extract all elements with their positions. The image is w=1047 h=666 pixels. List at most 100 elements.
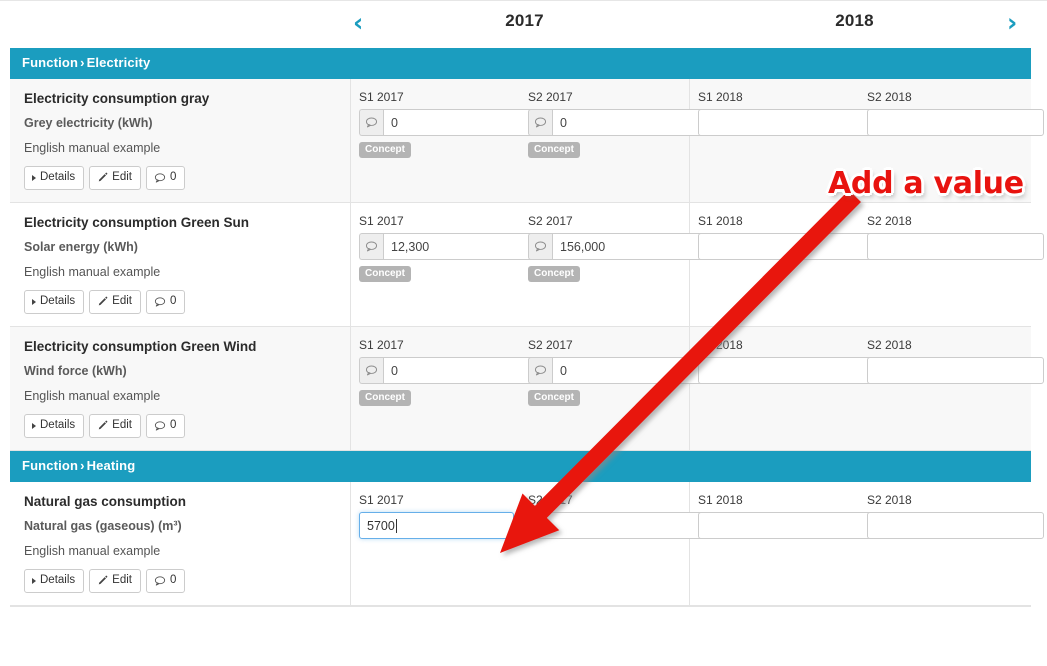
comments-button[interactable]: 0: [145, 569, 186, 593]
period-label: S2 2018: [867, 338, 912, 352]
caret-right-icon: [32, 577, 36, 584]
comment-bubble-icon: [154, 575, 166, 587]
year-navigation-bar: ‹ 2017 2018 ›: [0, 0, 1047, 44]
details-button-label: Details: [40, 574, 76, 586]
value-input[interactable]: [867, 357, 1044, 384]
value-input[interactable]: [698, 512, 875, 539]
comment-bubble-icon[interactable]: [359, 233, 383, 260]
value-input[interactable]: [867, 233, 1044, 260]
status-badge: Concept: [359, 266, 411, 282]
period-cell: S1 2017 Concept: [351, 214, 560, 314]
badge-placeholder: [698, 539, 853, 559]
comment-bubble-icon[interactable]: [528, 357, 552, 384]
chevron-left-icon[interactable]: ‹: [353, 9, 363, 37]
value-input[interactable]: [528, 512, 705, 539]
value-input[interactable]: [698, 357, 875, 384]
edit-button[interactable]: Edit: [89, 290, 141, 314]
period-label: S2 2017: [528, 338, 573, 352]
comments-count-label: 0: [169, 295, 177, 307]
period-label: S1 2017: [359, 493, 404, 507]
period-label: S2 2018: [867, 214, 912, 228]
comment-bubble-icon: [154, 296, 166, 308]
value-input[interactable]: [698, 233, 875, 260]
edit-button-label: Edit: [112, 574, 132, 586]
row-subtitle: Solar energy (kWh): [24, 240, 138, 254]
period-label: S2 2017: [528, 214, 573, 228]
details-button[interactable]: Details: [24, 569, 85, 593]
comments-button[interactable]: 0: [145, 414, 186, 438]
period-label: S2 2017: [528, 90, 573, 104]
comment-bubble-icon[interactable]: [528, 233, 552, 260]
period-label: S1 2017: [359, 90, 404, 104]
edit-button-label: Edit: [112, 295, 132, 307]
value-input-group: [359, 109, 560, 136]
details-button[interactable]: Details: [24, 414, 85, 438]
row-label-cell: Electricity consumption Green Sun Solar e…: [10, 203, 351, 326]
badge-placeholder: [867, 136, 1022, 156]
details-button[interactable]: Details: [24, 166, 85, 190]
period-label: S2 2018: [867, 493, 912, 507]
badge-placeholder: [867, 384, 1022, 404]
badge-placeholder: [528, 539, 683, 559]
row-title: Electricity consumption Green Sun: [24, 215, 250, 230]
period-label: S1 2017: [359, 214, 404, 228]
comments-count-label: 0: [169, 171, 177, 183]
row-subtitle: Wind force (kWh): [24, 364, 127, 378]
period-cell: S2 2018: [859, 338, 1044, 438]
pencil-icon: [97, 420, 108, 431]
comments-button[interactable]: 0: [145, 290, 186, 314]
comments-count-label: 0: [169, 419, 177, 431]
period-cell: S1 2018: [690, 494, 875, 593]
period-cell: S2 2017 Concept: [520, 338, 729, 438]
value-input[interactable]: [867, 512, 1044, 539]
year-period-group: S1 2017 Concept S2 2017 Concept: [351, 327, 729, 450]
period-label: S1 2018: [698, 214, 743, 228]
status-badge: Concept: [359, 142, 411, 158]
breadcrumb-separator: ›: [80, 55, 85, 70]
row-action-buttons: Details Edit 0: [24, 166, 340, 190]
period-cell: S1 2017 Concept: [351, 90, 560, 190]
value-input-group: [528, 233, 729, 260]
value-input-group: [528, 109, 729, 136]
section-header-electricity: Function › Electricity: [10, 48, 1031, 79]
table-row: Electricity consumption gray Grey electri…: [10, 79, 1044, 203]
value-input-focused[interactable]: 5700: [359, 512, 514, 539]
measurements-grid: Function › Electricity Electricity consumpt…: [10, 48, 1044, 607]
period-cell: S2 2017 Concept: [520, 214, 729, 314]
period-cell: S2 2018: [859, 493, 1044, 593]
edit-button[interactable]: Edit: [89, 414, 141, 438]
status-badge: Concept: [528, 142, 580, 158]
badge-placeholder: [867, 260, 1022, 280]
edit-button[interactable]: Edit: [89, 166, 141, 190]
year-label-2018: 2018: [835, 11, 874, 30]
value-input-text: 5700: [367, 518, 395, 533]
breadcrumb-root: Function: [22, 55, 79, 70]
value-input[interactable]: [867, 109, 1044, 136]
table-row: Electricity consumption Green Sun Solar e…: [10, 203, 1044, 327]
row-description: English manual example: [24, 544, 161, 558]
breadcrumb-leaf: Heating: [86, 458, 136, 473]
row-description: English manual example: [24, 389, 161, 403]
year-period-group: S1 2018 S2 2018: [690, 203, 1044, 326]
row-action-buttons: Details Edit 0: [24, 414, 340, 438]
pencil-icon: [97, 296, 108, 307]
value-input[interactable]: [698, 109, 875, 136]
caret-right-icon: [32, 298, 36, 305]
year-period-group: S1 2018 S2 2018: [690, 79, 1044, 202]
chevron-right-icon[interactable]: ›: [1007, 9, 1017, 37]
period-cell: S1 2018: [690, 91, 875, 190]
year-period-group: S1 2018 S2 2018: [690, 327, 1044, 450]
row-action-buttons: Details Edit 0: [24, 290, 340, 314]
details-button[interactable]: Details: [24, 290, 85, 314]
comment-bubble-icon[interactable]: [359, 357, 383, 384]
comment-bubble-icon[interactable]: [528, 109, 552, 136]
badge-placeholder: [698, 384, 853, 404]
details-button-label: Details: [40, 419, 76, 431]
comments-button[interactable]: 0: [145, 166, 186, 190]
comment-bubble-icon[interactable]: [359, 109, 383, 136]
details-button-label: Details: [40, 171, 76, 183]
badge-placeholder: [698, 136, 853, 156]
status-badge: Concept: [528, 266, 580, 282]
breadcrumb-root: Function: [22, 458, 79, 473]
edit-button[interactable]: Edit: [89, 569, 141, 593]
